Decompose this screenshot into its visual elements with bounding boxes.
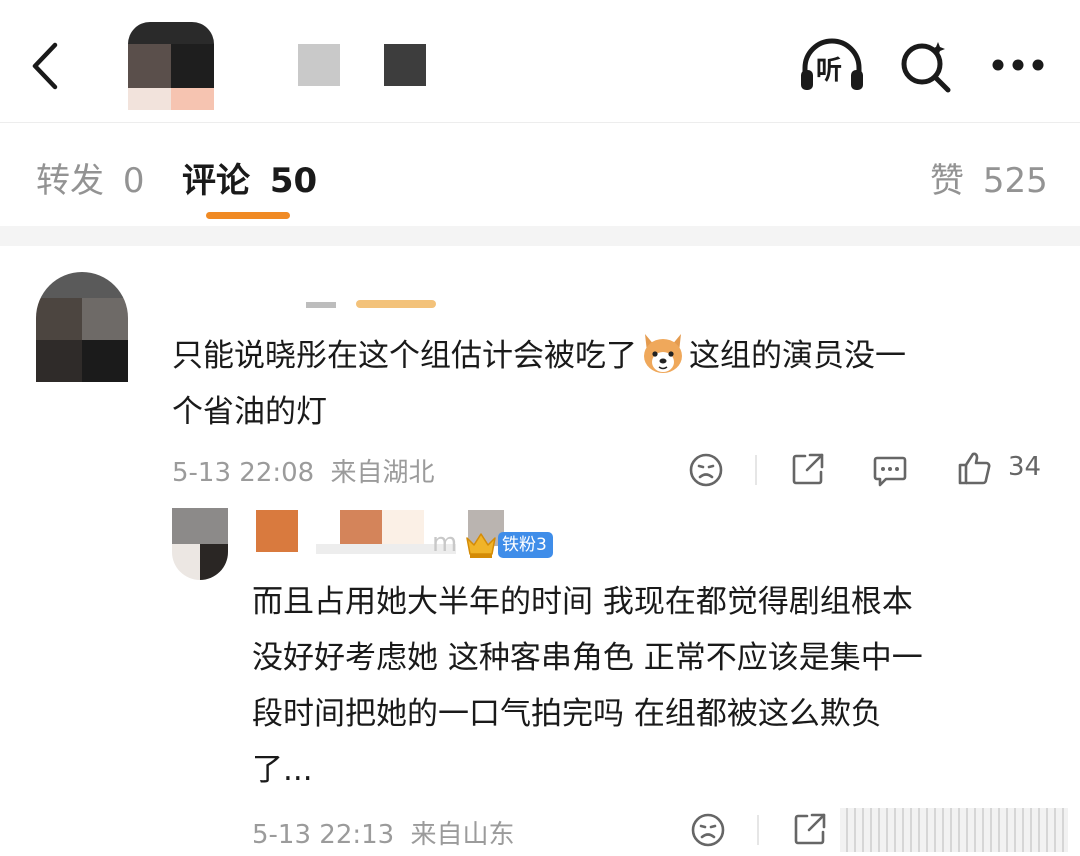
- listen-label: 听: [816, 56, 843, 86]
- reply-username-visible[interactable]: m: [432, 528, 457, 558]
- tab-likes-count: 525: [982, 161, 1048, 201]
- tab-comments-count: 50: [269, 161, 318, 201]
- chevron-left-icon: [32, 42, 58, 90]
- comment-username-censored[interactable]: [300, 296, 440, 312]
- tab-reposts-label: 转发: [36, 161, 104, 201]
- reply-text-line: 段时间把她的一口气拍完吗 在组都被这么欺负: [252, 696, 882, 732]
- reply-dislike-face-icon[interactable]: [690, 812, 726, 848]
- like-thumb-icon[interactable]: [956, 450, 992, 486]
- tab-reposts-count: 0: [122, 161, 145, 201]
- comment-text: 只能说晓彤在这个组估计会被吃了 这组的演员没一 个省油的灯: [172, 328, 1052, 440]
- tab-likes-label: 赞: [930, 161, 964, 201]
- more-dots-icon: [992, 59, 1044, 71]
- search-button[interactable]: [898, 38, 954, 94]
- censored-actions: [840, 808, 1068, 852]
- back-button[interactable]: [20, 38, 68, 94]
- comment-text-part2: 这组的演员没一: [689, 338, 906, 374]
- reply-text-line: 了...: [252, 752, 313, 788]
- author-avatar[interactable]: [128, 22, 214, 110]
- search-icon: [901, 42, 951, 93]
- author-name-censored: [298, 44, 428, 86]
- reply-text-line: 没好好考虑她 这种客串角色 正常不应该是集中一: [252, 640, 923, 676]
- reply-location: 来自山东: [410, 820, 515, 850]
- like-count: 34: [1008, 452, 1042, 482]
- fan-level-badge: 铁粉3: [498, 532, 553, 558]
- listen-button[interactable]: 听: [796, 36, 868, 96]
- tab-likes[interactable]: 赞 525: [930, 153, 1048, 202]
- comment-time: 5-13 22:08: [172, 458, 315, 488]
- share-icon[interactable]: [790, 451, 826, 487]
- more-button[interactable]: [988, 50, 1048, 80]
- comment-text-part1: 只能说晓彤在这个组估计会被吃了: [172, 338, 637, 374]
- crown-icon: [466, 533, 496, 558]
- action-separator: [757, 815, 759, 845]
- comment-avatar[interactable]: [36, 272, 128, 382]
- tab-reposts[interactable]: 转发 0: [36, 153, 144, 202]
- reply-meta: 5-13 22:13 来自山东: [252, 814, 514, 851]
- comment-meta: 5-13 22:08 来自湖北: [172, 452, 434, 489]
- dislike-face-icon[interactable]: [688, 452, 724, 488]
- comment-location: 来自湖北: [330, 458, 435, 488]
- tab-comments-label: 评论: [182, 161, 250, 201]
- reply-time: 5-13 22:13: [252, 820, 395, 850]
- reply-share-icon[interactable]: [792, 811, 828, 847]
- comment-text-part3: 个省油的灯: [172, 394, 327, 430]
- active-tab-indicator: [206, 212, 290, 219]
- action-separator: [755, 455, 757, 485]
- tab-comments[interactable]: 评论 50: [182, 153, 317, 202]
- tab-bar: 转发 0 评论 50 赞 525: [0, 122, 1080, 227]
- reply-text: 而且占用她大半年的时间 我现在都觉得剧组根本 没好好考虑她 这种客串角色 正常不…: [252, 574, 1052, 798]
- dog-emoji-icon: [644, 334, 682, 373]
- section-divider: [0, 226, 1080, 246]
- top-bar: 听: [0, 0, 1080, 120]
- reply-comment-icon[interactable]: [872, 452, 908, 488]
- reply-avatar[interactable]: [172, 508, 228, 580]
- reply-text-line: 而且占用她大半年的时间 我现在都觉得剧组根本: [252, 584, 913, 620]
